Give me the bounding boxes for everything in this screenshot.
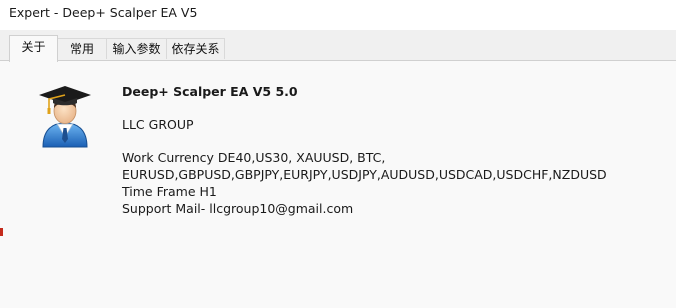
tab-divider <box>0 60 676 61</box>
company-name: LLC GROUP <box>122 117 194 132</box>
title-bar[interactable]: Expert - Deep+ Scalper EA V5 <box>0 0 676 30</box>
graduate-avatar-icon <box>37 81 93 151</box>
window-title: Expert - Deep+ Scalper EA V5 <box>9 5 198 20</box>
tab-dependencies[interactable]: 依存关系 <box>166 38 225 59</box>
window-edge-marker <box>0 228 3 236</box>
tab-inputs[interactable]: 输入参数 <box>106 38 167 59</box>
expert-properties-window: Expert - Deep+ Scalper EA V5 关于 常用 输入参数 … <box>0 0 676 308</box>
description-line: Time Frame H1 <box>122 184 217 199</box>
description-line: Work Currency DE40,US30, XAUUSD, BTC, <box>122 150 386 165</box>
tab-common[interactable]: 常用 <box>57 38 107 59</box>
about-info: Deep+ Scalper EA V5 5.0 LLC GROUP Work C… <box>122 83 662 217</box>
description-line: EURUSD,GBPUSD,GBPJPY,EURJPY,USDJPY,AUDUS… <box>122 167 607 182</box>
description: Work Currency DE40,US30, XAUUSD, BTC, EU… <box>122 149 662 217</box>
tab-about[interactable]: 关于 <box>9 35 58 62</box>
tab-strip: 关于 常用 输入参数 依存关系 <box>0 30 676 62</box>
expert-name: Deep+ Scalper EA V5 5.0 <box>122 84 298 99</box>
description-line: Support Mail- llcgroup10@gmail.com <box>122 201 354 216</box>
about-panel: Deep+ Scalper EA V5 5.0 LLC GROUP Work C… <box>9 61 676 308</box>
